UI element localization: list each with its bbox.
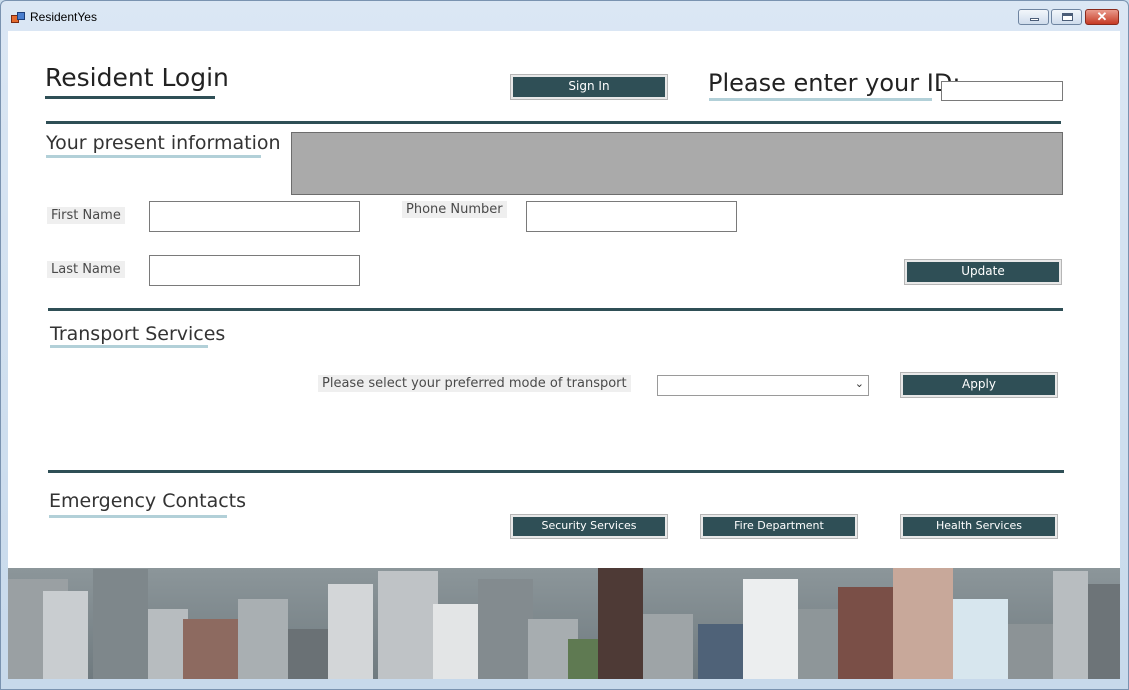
app-window: ResidentYes ✕ Resident Login Sign In Ple…	[0, 0, 1129, 690]
close-icon: ✕	[1096, 9, 1108, 24]
title-bar[interactable]: ResidentYes ✕	[1, 1, 1128, 31]
apply-label: Apply	[903, 375, 1055, 395]
chevron-down-icon: ⌄	[854, 378, 864, 390]
transport-underline	[50, 345, 208, 348]
info-display-panel	[291, 132, 1063, 195]
phone-number-input[interactable]	[526, 201, 737, 232]
maximize-button[interactable]	[1051, 9, 1082, 25]
city-skyline-image	[8, 568, 1120, 679]
app-icon	[11, 12, 25, 23]
sign-in-label: Sign In	[513, 77, 665, 97]
transport-mode-select[interactable]: ⌄	[657, 375, 869, 396]
transport-prompt-label: Please select your preferred mode of tra…	[318, 375, 631, 392]
id-prompt: Please enter your ID:	[708, 69, 961, 97]
emergency-heading: Emergency Contacts	[49, 490, 247, 512]
apply-button[interactable]: Apply	[900, 372, 1058, 398]
update-label: Update	[907, 262, 1059, 282]
last-name-label: Last Name	[47, 261, 125, 278]
fire-department-button[interactable]: Fire Department	[700, 514, 858, 539]
update-button[interactable]: Update	[904, 259, 1062, 285]
transport-heading: Transport Services	[50, 323, 226, 345]
maximize-icon	[1062, 13, 1073, 21]
first-name-label: First Name	[47, 207, 125, 224]
section-divider-2	[48, 308, 1063, 311]
section-divider-3	[48, 470, 1064, 473]
minimize-button[interactable]	[1018, 9, 1049, 25]
login-heading-underline	[45, 96, 215, 99]
present-info-underline	[46, 155, 261, 158]
present-info-heading: Your present information	[46, 132, 281, 154]
section-divider-1	[46, 121, 1061, 124]
form-client-area: Resident Login Sign In Please enter your…	[8, 31, 1120, 679]
phone-number-label: Phone Number	[402, 201, 507, 218]
emergency-underline	[49, 515, 227, 518]
security-services-button[interactable]: Security Services	[510, 514, 668, 539]
security-services-label: Security Services	[513, 517, 665, 536]
first-name-input[interactable]	[149, 201, 360, 232]
sign-in-button[interactable]: Sign In	[510, 74, 668, 100]
last-name-input[interactable]	[149, 255, 360, 286]
resident-id-input[interactable]	[941, 81, 1063, 101]
login-heading: Resident Login	[45, 63, 229, 92]
id-prompt-underline	[709, 98, 932, 101]
close-button[interactable]: ✕	[1085, 9, 1119, 25]
minimize-icon	[1030, 18, 1039, 21]
window-title: ResidentYes	[30, 10, 97, 24]
fire-department-label: Fire Department	[703, 517, 855, 536]
health-services-button[interactable]: Health Services	[900, 514, 1058, 539]
health-services-label: Health Services	[903, 517, 1055, 536]
